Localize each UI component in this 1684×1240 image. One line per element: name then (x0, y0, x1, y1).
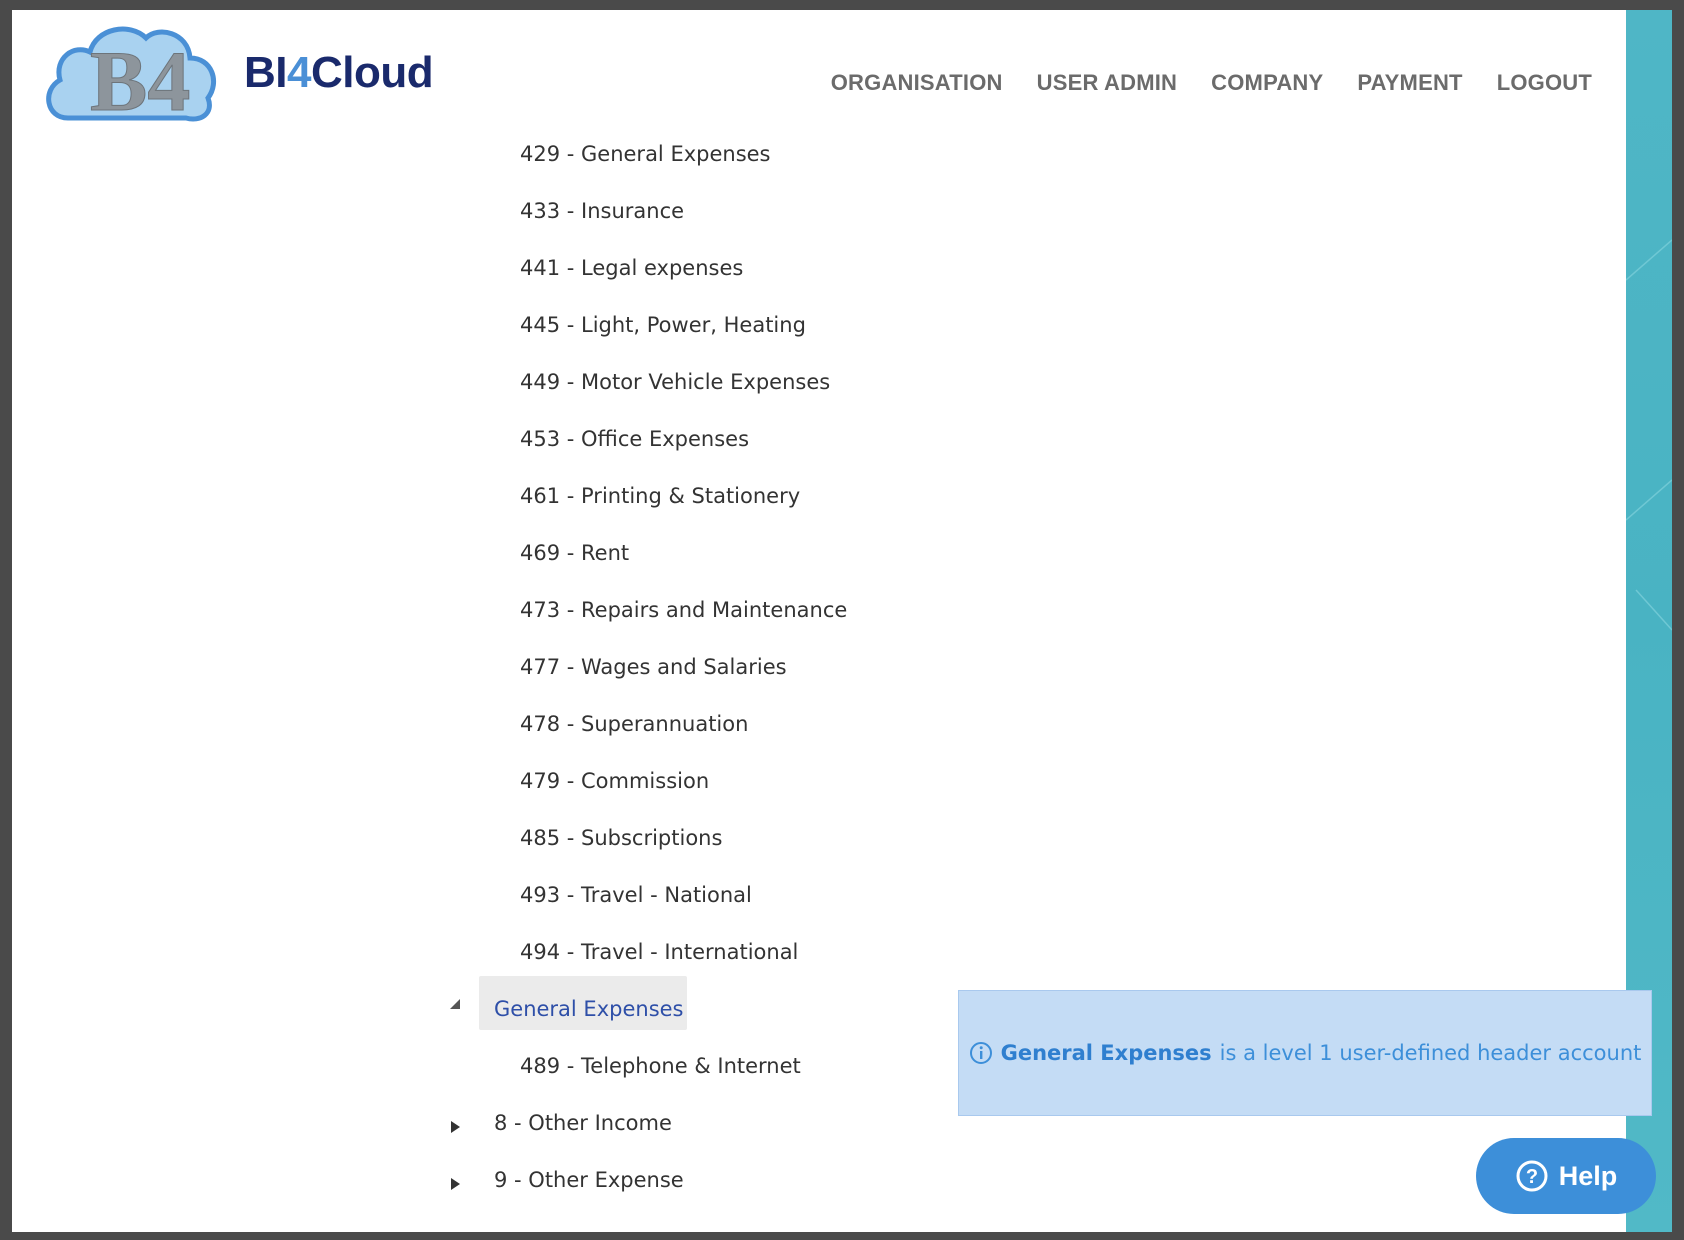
collapsed-triangle-icon[interactable] (448, 1120, 462, 1134)
brand-prefix: BI (244, 48, 288, 97)
nav-organisation[interactable]: ORGANISATION (831, 70, 1003, 96)
info-message: General Expenses is a level 1 user-defin… (969, 1041, 1642, 1065)
brand-name[interactable]: BI4Cloud (244, 48, 434, 98)
expanded-triangle-icon[interactable] (448, 997, 462, 1011)
info-circle-icon (969, 1042, 992, 1064)
collapsed-triangle-icon[interactable] (448, 1177, 462, 1191)
info-notification: General Expenses is a level 1 user-defin… (958, 990, 1652, 1116)
tree-item[interactable]: 449 - Motor Vehicle Expenses (520, 362, 830, 402)
tree-node-general-expenses[interactable]: General Expenses (494, 989, 684, 1029)
main-nav: ORGANISATION USER ADMIN COMPANY PAYMENT … (831, 70, 1592, 96)
top-header: B4 BI4Cloud ORGANISATION USER ADMIN COMP… (12, 10, 1626, 130)
tree-node-other-expense[interactable]: 9 - Other Expense (494, 1160, 684, 1200)
tree-item[interactable]: 493 - Travel - National (520, 875, 752, 915)
tree-item[interactable]: 433 - Insurance (520, 191, 684, 231)
tree-item[interactable]: 489 - Telephone & Internet (520, 1046, 801, 1086)
nav-user-admin[interactable]: USER ADMIN (1037, 70, 1178, 96)
help-button[interactable]: ? Help (1476, 1138, 1656, 1214)
tree-item[interactable]: 473 - Repairs and Maintenance (520, 590, 847, 630)
tree-node-other-income[interactable]: 8 - Other Income (494, 1103, 672, 1143)
tree-item[interactable]: 479 - Commission (520, 761, 709, 801)
tree-item[interactable]: 429 - General Expenses (520, 134, 771, 174)
tree-item[interactable]: 453 - Office Expenses (520, 419, 749, 459)
info-body: is a level 1 user-defined header account (1219, 1041, 1642, 1065)
tree-item[interactable]: 477 - Wages and Salaries (520, 647, 787, 687)
brand-digit: 4 (287, 48, 311, 97)
tree-item[interactable]: 445 - Light, Power, Heating (520, 305, 806, 345)
brand-suffix: Cloud (310, 48, 434, 97)
svg-text:B4: B4 (90, 33, 190, 129)
svg-text:?: ? (1526, 1166, 1538, 1188)
tree-item[interactable]: 461 - Printing & Stationery (520, 476, 800, 516)
nav-company[interactable]: COMPANY (1211, 70, 1323, 96)
nav-logout[interactable]: LOGOUT (1497, 70, 1592, 96)
tree-item[interactable]: 441 - Legal expenses (520, 248, 743, 288)
nav-payment[interactable]: PAYMENT (1357, 70, 1462, 96)
help-label: Help (1558, 1160, 1618, 1191)
tree-item[interactable]: 494 - Travel - International (520, 932, 798, 972)
tree-item[interactable]: 478 - Superannuation (520, 704, 748, 744)
bi4cloud-logo[interactable]: B4 (38, 18, 224, 130)
question-circle-icon: ? (1516, 1160, 1548, 1192)
tree-item[interactable]: 469 - Rent (520, 533, 629, 573)
tree-item[interactable]: 485 - Subscriptions (520, 818, 722, 858)
info-highlight: General Expenses (1000, 1041, 1212, 1065)
